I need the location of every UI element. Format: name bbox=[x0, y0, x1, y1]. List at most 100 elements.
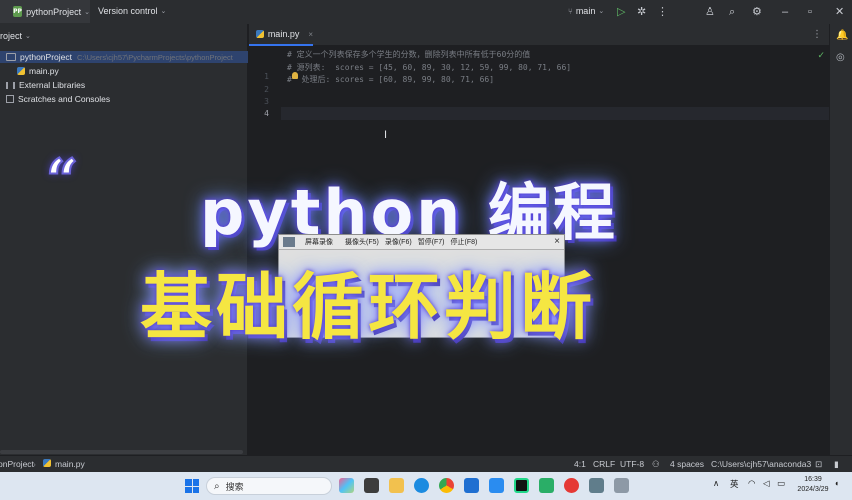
file-explorer-icon[interactable] bbox=[389, 478, 404, 493]
python-interpreter[interactable]: C:\Users\cjh57\anaconda3 bbox=[711, 459, 811, 469]
line-number: 2 bbox=[264, 85, 269, 94]
task-view-icon[interactable] bbox=[364, 478, 379, 493]
code-line-1[interactable]: # 定义一个列表保存多个学生的分数，删除列表中所有低于60分的值 bbox=[287, 49, 530, 60]
system-clock[interactable]: 16:39 2024/3/29 bbox=[794, 475, 832, 495]
code-line-2[interactable]: # 源列表: scores = [45, 60, 89, 30, 12, 59,… bbox=[287, 62, 571, 73]
add-user-icon[interactable]: ♙ bbox=[705, 5, 715, 19]
overlay-title-line2: 基础循环判断 bbox=[140, 265, 597, 349]
quote-mark-icon: “ bbox=[45, 147, 79, 213]
indent-setting[interactable]: 4 spaces bbox=[670, 459, 704, 469]
taskbar-search[interactable]: ⌕ 搜索 bbox=[206, 477, 332, 495]
scratches-icon bbox=[6, 95, 14, 103]
version-control-label: Version control bbox=[98, 6, 158, 16]
clock-date: 2024/3/29 bbox=[797, 486, 829, 493]
file-encoding[interactable]: UTF-8 bbox=[620, 459, 644, 469]
recorder-pause-button[interactable]: 暂停(F7) bbox=[418, 237, 445, 247]
project-badge: PP bbox=[13, 6, 23, 17]
run-icon[interactable]: ▷ bbox=[617, 5, 625, 19]
app-icon[interactable] bbox=[489, 478, 504, 493]
minimize-icon[interactable]: – bbox=[782, 5, 788, 19]
code-style-icon[interactable]: ⚇ bbox=[652, 459, 660, 470]
tab-options-icon[interactable]: ⋮ bbox=[812, 29, 822, 40]
recorder-app-icon bbox=[283, 237, 295, 247]
checkmark-icon: ✓ bbox=[817, 50, 825, 60]
wifi-icon[interactable]: ◠ bbox=[748, 478, 755, 489]
taskbar-search-placeholder: 搜索 bbox=[225, 481, 244, 492]
project-panel-header[interactable]: roject ⌄ bbox=[0, 31, 31, 41]
tree-item-label: Scratches and Consoles bbox=[18, 94, 111, 104]
tree-item-scratches[interactable]: Scratches and Consoles bbox=[6, 93, 110, 105]
recorder-record-button[interactable]: 录像(F6) bbox=[385, 237, 412, 247]
title-bar: PP pythonProject ⌄ Version control ⌄ ⑂ m… bbox=[0, 0, 852, 24]
text-cursor-icon: I bbox=[384, 129, 388, 141]
version-control-menu[interactable]: Version control ⌄ bbox=[98, 6, 166, 16]
close-icon[interactable]: ✕ bbox=[835, 5, 844, 19]
line-number: 1 bbox=[264, 72, 269, 81]
app-icon[interactable] bbox=[464, 478, 479, 493]
chrome-icon[interactable] bbox=[439, 478, 454, 493]
app-icon[interactable] bbox=[589, 478, 604, 493]
line-number: 4 bbox=[264, 109, 269, 118]
windows-start-icon[interactable] bbox=[185, 479, 199, 493]
memory-indicator-icon[interactable]: ▮ bbox=[834, 459, 839, 470]
tab-close-icon[interactable]: × bbox=[308, 30, 313, 39]
status-bar: pnProject › main.py 4:1 CRLF UTF-8 ⚇ 4 s… bbox=[0, 455, 852, 472]
breadcrumb-file[interactable]: main.py bbox=[55, 459, 85, 469]
recorder-camera-button[interactable]: 摄像头(F5) bbox=[345, 237, 379, 247]
recorder-close-icon[interactable]: × bbox=[554, 236, 560, 247]
project-panel-scrollbar[interactable] bbox=[0, 450, 243, 454]
clock-time: 16:39 bbox=[804, 476, 822, 483]
gear-icon[interactable]: ⚙ bbox=[752, 5, 762, 19]
python-file-icon bbox=[17, 67, 25, 75]
pycharm-icon[interactable] bbox=[514, 478, 529, 493]
tray-expand-icon[interactable]: ∧ bbox=[713, 478, 719, 489]
code-line-3[interactable]: # 处理后: scores = [60, 89, 99, 80, 71, 66] bbox=[287, 74, 494, 85]
right-tool-strip: 🔔 ◎ bbox=[829, 24, 852, 472]
notifications-icon[interactable]: 🔔 bbox=[836, 30, 848, 41]
breadcrumb-project[interactable]: pnProject bbox=[0, 459, 34, 469]
chevron-down-icon: ⌄ bbox=[598, 8, 605, 15]
wechat-icon[interactable] bbox=[539, 478, 554, 493]
branch-selector[interactable]: ⑂ main ⌄ bbox=[568, 6, 604, 16]
tree-item-label: External Libraries bbox=[19, 80, 86, 90]
search-icon: ⌕ bbox=[214, 480, 220, 492]
app-icon[interactable] bbox=[564, 478, 579, 493]
recorder-app-icon[interactable] bbox=[614, 478, 629, 493]
search-icon[interactable]: ⌕ bbox=[729, 5, 735, 19]
recorder-stop-button[interactable]: 停止(F8) bbox=[451, 237, 478, 247]
breadcrumb-file-icon bbox=[43, 459, 55, 469]
volume-icon[interactable]: ◁ bbox=[763, 478, 770, 489]
tree-item-label: pythonProject bbox=[20, 52, 72, 62]
project-switcher[interactable]: PP pythonProject ⌄ bbox=[0, 0, 90, 23]
maximize-icon[interactable]: ▫ bbox=[808, 5, 812, 19]
project-path: C:\Users\cjh57\PycharmProjects\pythonPro… bbox=[76, 52, 233, 62]
edge-icon[interactable] bbox=[414, 478, 429, 493]
lock-icon[interactable]: ⊡ bbox=[815, 459, 822, 470]
line-number: 3 bbox=[264, 97, 269, 106]
lightbulb-icon[interactable] bbox=[292, 72, 298, 79]
chevron-down-icon: ⌄ bbox=[25, 33, 31, 40]
chevron-down-icon: ⌄ bbox=[84, 8, 90, 16]
notification-center-icon[interactable]: ◖ bbox=[834, 478, 839, 488]
branch-icon: ⑂ bbox=[568, 6, 573, 16]
editor-tab-bar: main.py × ⋮ bbox=[249, 24, 829, 46]
tree-item-project-root[interactable]: pythonProject C:\Users\cjh57\PycharmProj… bbox=[0, 51, 248, 63]
ime-indicator[interactable]: 英 bbox=[730, 478, 739, 490]
line-ending[interactable]: CRLF bbox=[593, 459, 615, 469]
library-icon bbox=[6, 81, 15, 89]
debug-icon[interactable]: ✲ bbox=[637, 5, 646, 19]
battery-icon[interactable]: ▭ bbox=[777, 478, 785, 489]
tree-item-label: main.py bbox=[29, 66, 59, 76]
recorder-title: 屏幕录像 bbox=[305, 239, 333, 246]
tree-item-main-py[interactable]: main.py bbox=[17, 65, 59, 77]
more-actions-icon[interactable]: ⋮ bbox=[657, 5, 668, 19]
breadcrumb-separator-icon: › bbox=[33, 459, 36, 469]
folder-icon bbox=[6, 53, 16, 61]
branch-name: main bbox=[575, 6, 596, 16]
ai-assistant-icon[interactable]: ◎ bbox=[836, 52, 845, 63]
tree-item-external-libraries[interactable]: External Libraries bbox=[6, 79, 85, 91]
caret-position[interactable]: 4:1 bbox=[574, 459, 586, 469]
tab-main-py[interactable]: main.py × bbox=[249, 24, 313, 46]
widgets-icon[interactable] bbox=[339, 478, 354, 493]
windows-taskbar: ⌕ 搜索 ∧ 英 ◠ ◁ ▭ 16:39 2024/3/29 ◖ bbox=[0, 472, 852, 500]
